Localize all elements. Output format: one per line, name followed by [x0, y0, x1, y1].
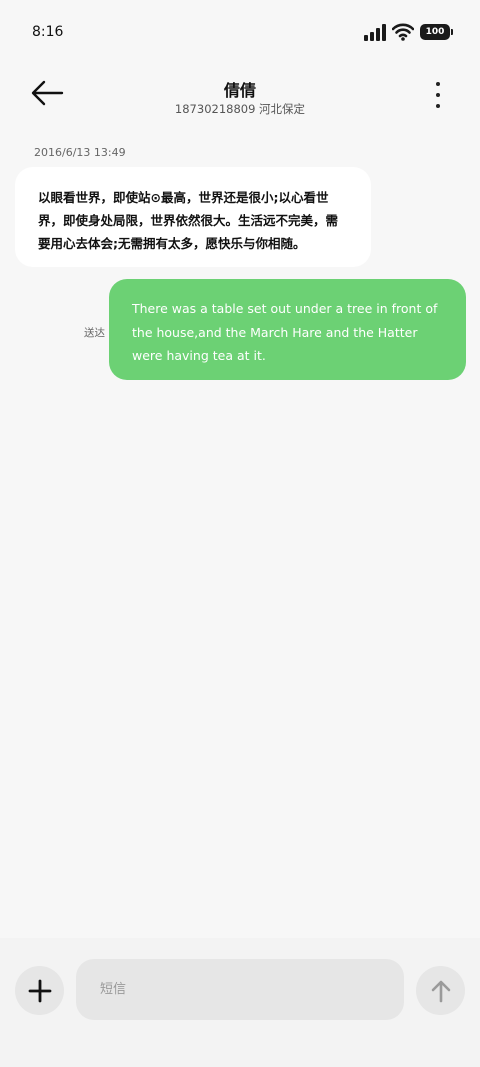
more-options-button[interactable]: [430, 80, 446, 110]
message-date: 2016/6/13 13:49: [34, 146, 126, 159]
wifi-icon: [392, 23, 414, 41]
sms-input[interactable]: [76, 959, 404, 1020]
send-button[interactable]: [416, 966, 465, 1015]
more-vertical-icon: [436, 82, 440, 86]
outgoing-message-bubble[interactable]: There was a table set out under a tree i…: [109, 279, 466, 380]
delivery-status: 送达: [84, 327, 105, 339]
status-icons: 100: [364, 23, 453, 41]
status-time: 8:16: [32, 24, 64, 40]
status-bar: 8:16 100: [0, 0, 480, 66]
incoming-message-bubble[interactable]: 以眼看世界，即使站⊙最高，世界还是很小;以心看世界，即使身处局限，世界依然很大。…: [15, 167, 371, 267]
compose-bar: [0, 938, 480, 1067]
signal-icon: [364, 23, 386, 41]
send-arrow-up-icon: [431, 980, 450, 1002]
sms-conversation-screen: 8:16 100 倩倩 18730218809 河北保定 2016/6/13 1…: [0, 0, 480, 1067]
contact-name: 倩倩: [223, 81, 256, 100]
battery-level: 100: [425, 27, 445, 37]
add-attachment-button[interactable]: [15, 966, 64, 1015]
conversation-header: 倩倩 18730218809 河北保定: [0, 66, 480, 130]
contact-number-location: 18730218809 河北保定: [174, 102, 306, 116]
battery-icon: 100: [420, 24, 453, 40]
plus-icon: [28, 979, 51, 1002]
